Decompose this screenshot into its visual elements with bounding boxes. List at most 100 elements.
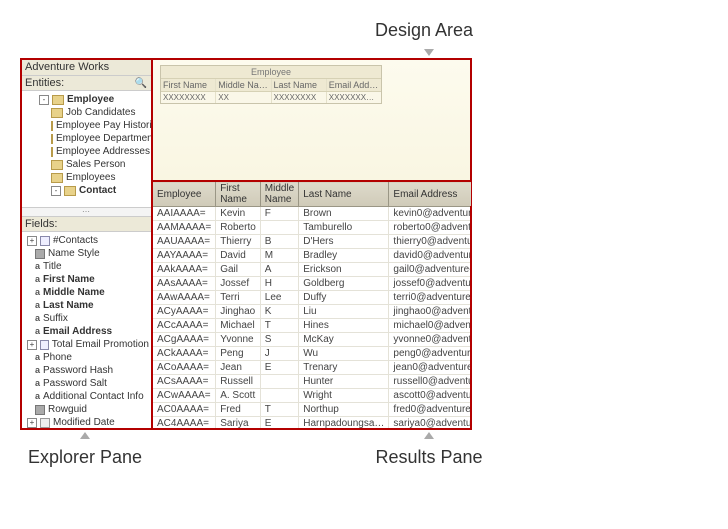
table-row[interactable]: AAYAAAA=DavidMBradleydavid0@adventure-wo… (153, 249, 472, 263)
table-cell: Kevin (216, 207, 261, 221)
table-cell: terri0@adventure-works.com (389, 291, 471, 305)
table-cell: AAIAAAA= (153, 207, 216, 221)
table-cell: yvonne0@adventure-works.com (389, 333, 471, 347)
field-item[interactable]: + Modified Date (23, 416, 149, 429)
design-entity-card[interactable]: Employee First NameMiddle NameLast NameE… (160, 65, 382, 104)
expander-icon[interactable]: + (27, 340, 37, 350)
column-header[interactable]: First Name (216, 182, 261, 207)
field-label: Title (43, 260, 62, 273)
table-row[interactable]: AAsAAAA=JossefHGoldbergjossef0@adventure… (153, 277, 472, 291)
table-cell: david0@adventure-works.com (389, 249, 471, 263)
table-row[interactable]: AAIAAAA=KevinFBrownkevin0@adventure-work… (153, 207, 472, 221)
table-row[interactable]: ACyAAAA=JinghaoKLiujinghao0@adventure-wo… (153, 305, 472, 319)
field-item[interactable]: First Name (23, 273, 149, 286)
table-cell: A (260, 263, 298, 277)
field-item[interactable]: Password Hash (23, 364, 149, 377)
design-columns-placeholder: XXXXXXXXXXXXXXXXXXXXXXXXXXXXXX (161, 92, 381, 103)
design-value-placeholder: XX (216, 92, 271, 103)
search-icon[interactable]: 🔍 (135, 78, 147, 89)
design-column[interactable]: Middle Name (216, 79, 271, 91)
field-item[interactable]: Title (23, 260, 149, 273)
entity-item[interactable]: Employee Addresses (23, 145, 149, 158)
table-row[interactable]: AC4AAAA=SariyaEHarnpadoungsa…sariya0@adv… (153, 417, 472, 430)
entity-label: Employee Pay Histories (56, 119, 151, 132)
design-column[interactable]: First Name (161, 79, 216, 91)
field-item[interactable]: Phone (23, 351, 149, 364)
table-cell: A. Scott (216, 389, 261, 403)
field-item[interactable]: +Total Email Promotion (23, 338, 149, 351)
design-area[interactable]: Employee First NameMiddle NameLast NameE… (152, 59, 471, 181)
table-cell: Erickson (299, 263, 389, 277)
table-cell: thierry0@adventure-works.com (389, 235, 471, 249)
table-cell: michael0@adventure-works.com (389, 319, 471, 333)
column-header[interactable]: Middle Name (260, 182, 298, 207)
table-row[interactable]: ACcAAAA=MichaelTHinesmichael0@adventure-… (153, 319, 472, 333)
entity-item[interactable]: Sales Person (23, 158, 149, 171)
folder-icon (51, 160, 63, 170)
design-column[interactable]: Last Name (272, 79, 327, 91)
table-cell: Northup (299, 403, 389, 417)
table-cell: ACgAAAA= (153, 333, 216, 347)
table-row[interactable]: ACkAAAA=PengJWupeng0@adventure-works.com (153, 347, 472, 361)
column-header[interactable]: Email Address (389, 182, 471, 207)
table-cell: AAUAAAA= (153, 235, 216, 249)
entity-item[interactable]: - Contact (23, 184, 149, 197)
expander-icon[interactable]: + (27, 418, 37, 428)
entity-item[interactable]: - Employee (23, 93, 149, 106)
column-header[interactable]: Last Name (299, 182, 389, 207)
entity-label: Contact (79, 184, 116, 197)
entity-item[interactable]: Employees (23, 171, 149, 184)
folder-icon (52, 95, 64, 105)
field-item[interactable]: Suffix (23, 312, 149, 325)
field-label: Modified Date (53, 416, 115, 429)
table-cell: peng0@adventure-works.com (389, 347, 471, 361)
txt-field-icon (35, 364, 40, 377)
table-row[interactable]: AAwAAAA=TerriLeeDuffyterri0@adventure-wo… (153, 291, 472, 305)
field-item[interactable]: Last Name (23, 299, 149, 312)
table-cell: AC4AAAA= (153, 417, 216, 430)
design-column[interactable]: Email Address (327, 79, 381, 91)
table-row[interactable]: ACgAAAA=YvonneSMcKayyvonne0@adventure-wo… (153, 333, 472, 347)
explorer-pane: Adventure Works Entities: 🔍 -EmployeeJob… (21, 59, 152, 429)
expander-icon[interactable]: + (27, 236, 37, 246)
field-item[interactable]: Rowguid (23, 403, 149, 416)
table-row[interactable]: AAUAAAA=ThierryBD'Hersthierry0@adventure… (153, 235, 472, 249)
column-header[interactable]: Employee (153, 182, 216, 207)
table-row[interactable]: AAMAAAA=RobertoTamburelloroberto0@advent… (153, 221, 472, 235)
table-cell: ACkAAAA= (153, 347, 216, 361)
table-row[interactable]: ACsAAAA=RussellHunterrussell0@adventure-… (153, 375, 472, 389)
field-item[interactable]: Name Style (23, 247, 149, 260)
table-cell: Roberto (216, 221, 261, 235)
field-item[interactable]: Password Salt (23, 377, 149, 390)
table-row[interactable]: ACoAAAA=JeanETrenaryjean0@adventure-work… (153, 361, 472, 375)
field-item[interactable]: Email Address (23, 325, 149, 338)
table-cell: D'Hers (299, 235, 389, 249)
table-row[interactable]: ACwAAAA=A. ScottWrightascott0@adventure-… (153, 389, 472, 403)
field-item[interactable]: Middle Name (23, 286, 149, 299)
entity-item[interactable]: Employee Department Histories (23, 132, 149, 145)
table-cell: E (260, 361, 298, 375)
fields-header-text: Fields: (25, 218, 57, 230)
table-row[interactable]: AAkAAAA=GailAEricksongail0@adventure-wor… (153, 263, 472, 277)
splitter[interactable]: ⋯ (21, 207, 151, 217)
entity-item[interactable]: Employee Pay Histories (23, 119, 149, 132)
table-cell: Yvonne (216, 333, 261, 347)
fields-list[interactable]: +#ContactsName StyleTitleFirst NameMiddl… (21, 232, 151, 429)
results-grid: EmployeeFirst NameMiddle NameLast NameEm… (152, 181, 471, 429)
field-label: Rowguid (48, 403, 87, 416)
field-item[interactable]: Additional Contact Info (23, 390, 149, 403)
results-pane[interactable]: EmployeeFirst NameMiddle NameLast NameEm… (152, 181, 471, 429)
expander-icon[interactable]: - (39, 95, 49, 105)
entities-tree[interactable]: - EmployeeJob CandidatesEmployee Pay Hist… (21, 91, 151, 207)
table-row[interactable]: AC0AAAA=FredTNorthupfred0@adventure-work… (153, 403, 472, 417)
expander-icon[interactable]: - (51, 186, 61, 196)
main-area: Employee First NameMiddle NameLast NameE… (152, 59, 471, 429)
table-cell: David (216, 249, 261, 263)
field-item[interactable]: +#Contacts (23, 234, 149, 247)
txt-field-icon (35, 351, 40, 364)
table-cell: ACyAAAA= (153, 305, 216, 319)
entity-label: Employee (67, 93, 114, 106)
fields-header: Fields: (21, 217, 151, 232)
entity-item[interactable]: Job Candidates (23, 106, 149, 119)
table-cell: jean0@adventure-works.com (389, 361, 471, 375)
